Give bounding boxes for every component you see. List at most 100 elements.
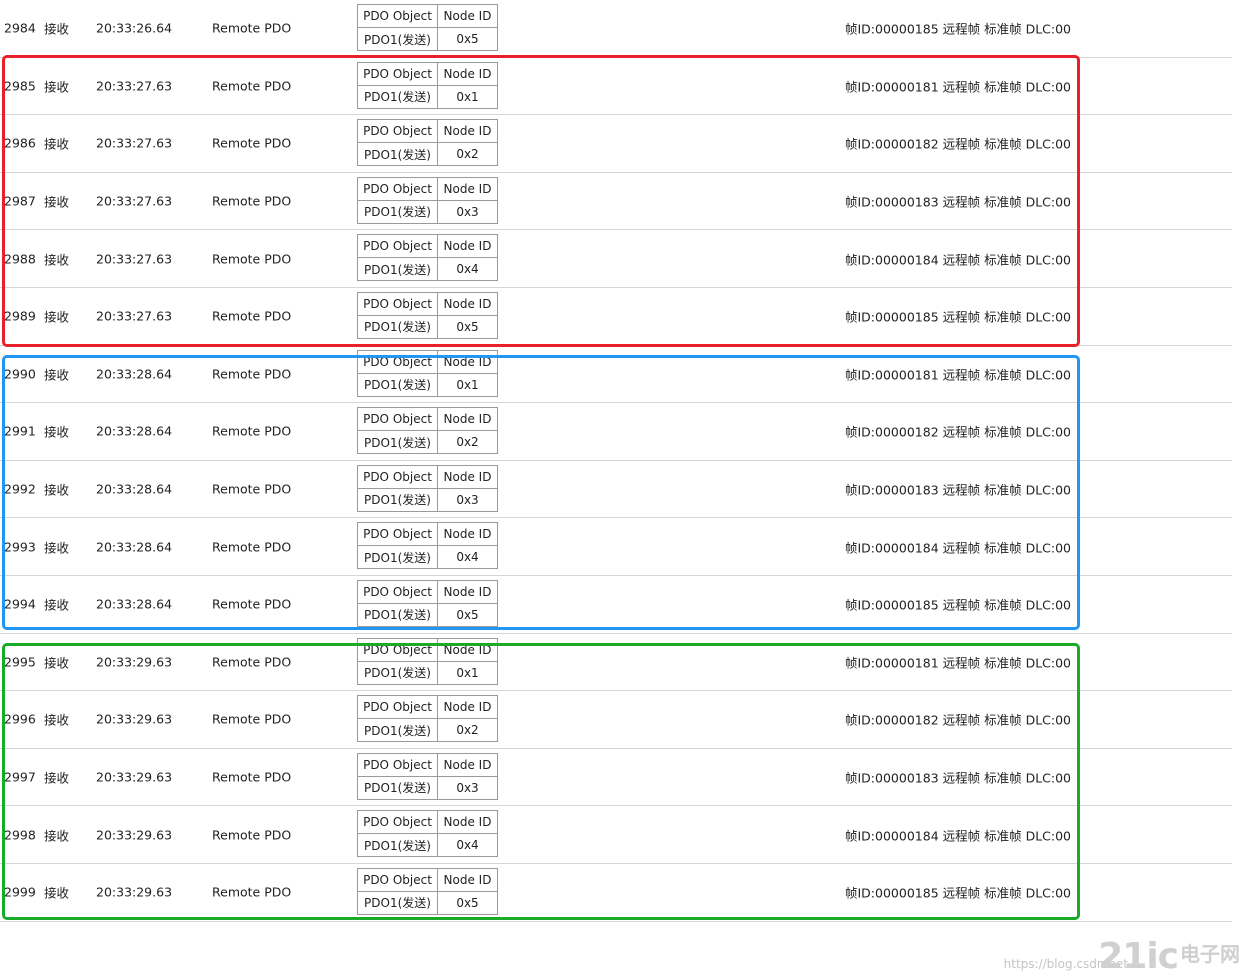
node-id-header: Node ID xyxy=(437,234,498,259)
pdo-object-value: PDO1(发送) xyxy=(357,257,438,282)
row-time: 20:33:28.64 xyxy=(96,481,173,497)
row-time: 20:33:29.63 xyxy=(96,654,173,670)
log-row[interactable]: 2986 接收 20:33:27.63 Remote PDO PDO Object Nod… xyxy=(0,115,1232,173)
row-time: 20:33:27.63 xyxy=(96,78,173,94)
log-row[interactable]: 2997 接收 20:33:29.63 Remote PDO PDO Object Nod… xyxy=(0,749,1232,807)
row-index: 2987 xyxy=(4,193,36,209)
row-frame-info: 帧ID:00000182 远程帧 标准帧 DLC:00 xyxy=(845,136,1072,152)
log-row[interactable]: 2988 接收 20:33:27.63 Remote PDO PDO Object Nod… xyxy=(0,230,1232,288)
row-direction: 接收 xyxy=(44,194,70,210)
row-time: 20:33:27.63 xyxy=(96,135,173,151)
log-row[interactable]: 2993 接收 20:33:28.64 Remote PDO PDO Object Nod… xyxy=(0,518,1232,576)
node-id-value: 0x3 xyxy=(437,487,498,512)
row-index: 2994 xyxy=(4,596,36,612)
pdo-object-value: PDO1(发送) xyxy=(357,718,438,743)
pdo-object-header: PDO Object xyxy=(357,810,438,835)
row-time: 20:33:28.64 xyxy=(96,539,173,555)
row-type: Remote PDO xyxy=(212,596,292,612)
log-row[interactable]: 2984 接收 20:33:26.64 Remote PDO PDO Object Nod… xyxy=(0,0,1232,58)
pdo-object-value: PDO1(发送) xyxy=(357,142,438,167)
pdo-object-value: PDO1(发送) xyxy=(357,890,438,915)
row-frame-info: 帧ID:00000184 远程帧 标准帧 DLC:00 xyxy=(845,828,1072,844)
row-type: Remote PDO xyxy=(212,711,292,727)
log-row[interactable]: 2991 接收 20:33:28.64 Remote PDO PDO Object Nod… xyxy=(0,403,1232,461)
node-id-value: 0x1 xyxy=(437,84,498,109)
node-id-header: Node ID xyxy=(437,752,498,777)
row-type: Remote PDO xyxy=(212,827,292,843)
node-id-header: Node ID xyxy=(437,810,498,835)
row-direction: 接收 xyxy=(44,252,70,268)
node-id-header: Node ID xyxy=(437,522,498,547)
node-id-value: 0x2 xyxy=(437,142,498,167)
log-row[interactable]: 2995 接收 20:33:29.63 Remote PDO PDO Object Nod… xyxy=(0,634,1232,692)
node-id-header: Node ID xyxy=(437,637,498,662)
row-direction: 接收 xyxy=(44,424,70,440)
log-row[interactable]: 2996 接收 20:33:29.63 Remote PDO PDO Object Nod… xyxy=(0,691,1232,749)
row-index: 2997 xyxy=(4,769,36,785)
row-index: 2993 xyxy=(4,539,36,555)
log-row[interactable]: 2994 接收 20:33:28.64 Remote PDO PDO Object Nod… xyxy=(0,576,1232,634)
pdo-subtable: PDO Object Node ID PDO1(发送) 0x1 xyxy=(357,61,498,109)
row-type: Remote PDO xyxy=(212,135,292,151)
row-frame-info: 帧ID:00000182 远程帧 标准帧 DLC:00 xyxy=(845,424,1072,440)
node-id-value: 0x2 xyxy=(437,430,498,455)
pdo-object-value: PDO1(发送) xyxy=(357,27,438,51)
row-index: 2996 xyxy=(4,711,36,727)
row-direction: 接收 xyxy=(44,828,70,844)
pdo-object-header: PDO Object xyxy=(357,867,438,892)
node-id-header: Node ID xyxy=(437,867,498,892)
row-frame-info: 帧ID:00000182 远程帧 标准帧 DLC:00 xyxy=(845,712,1072,728)
row-index: 2998 xyxy=(4,827,36,843)
log-row[interactable]: 2987 接收 20:33:27.63 Remote PDO PDO Object Nod… xyxy=(0,173,1232,231)
row-direction: 接收 xyxy=(44,21,70,37)
row-time: 20:33:28.64 xyxy=(96,596,173,612)
pdo-subtable: PDO Object Node ID PDO1(发送) 0x5 xyxy=(357,291,498,339)
row-index: 2985 xyxy=(4,78,36,94)
log-row[interactable]: 2998 接收 20:33:29.63 Remote PDO PDO Object Nod… xyxy=(0,806,1232,864)
pdo-object-header: PDO Object xyxy=(357,407,438,432)
pdo-object-header: PDO Object xyxy=(357,176,438,201)
row-direction: 接收 xyxy=(44,309,70,325)
node-id-header: Node ID xyxy=(437,176,498,201)
node-id-header: Node ID xyxy=(437,407,498,432)
node-id-value: 0x2 xyxy=(437,718,498,743)
node-id-value: 0x1 xyxy=(437,372,498,397)
log-row[interactable]: 2990 接收 20:33:28.64 Remote PDO PDO Object Nod… xyxy=(0,346,1232,404)
row-direction: 接收 xyxy=(44,482,70,498)
row-frame-info: 帧ID:00000183 远程帧 标准帧 DLC:00 xyxy=(845,482,1072,498)
watermark-logo: 21ic xyxy=(1098,936,1179,977)
log-row[interactable]: 2985 接收 20:33:27.63 Remote PDO PDO Object Nod… xyxy=(0,58,1232,116)
row-time: 20:33:27.63 xyxy=(96,193,173,209)
pdo-subtable: PDO Object Node ID PDO1(发送) 0x2 xyxy=(357,695,498,743)
log-row[interactable]: 2989 接收 20:33:27.63 Remote PDO PDO Object Nod… xyxy=(0,288,1232,346)
row-frame-info: 帧ID:00000184 远程帧 标准帧 DLC:00 xyxy=(845,540,1072,556)
pdo-subtable: PDO Object Node ID PDO1(发送) 0x1 xyxy=(357,637,498,685)
row-index: 2986 xyxy=(4,135,36,151)
row-frame-info: 帧ID:00000183 远程帧 标准帧 DLC:00 xyxy=(845,194,1072,210)
row-direction: 接收 xyxy=(44,770,70,786)
node-id-value: 0x3 xyxy=(437,775,498,800)
row-time: 20:33:29.63 xyxy=(96,769,173,785)
node-id-header: Node ID xyxy=(437,4,498,28)
row-direction: 接收 xyxy=(44,712,70,728)
row-type: Remote PDO xyxy=(212,769,292,785)
pdo-object-header: PDO Object xyxy=(357,234,438,259)
pdo-object-value: PDO1(发送) xyxy=(357,430,438,455)
node-id-value: 0x1 xyxy=(437,660,498,685)
row-type: Remote PDO xyxy=(212,654,292,670)
pdo-object-value: PDO1(发送) xyxy=(357,545,438,570)
pdo-object-value: PDO1(发送) xyxy=(357,314,438,339)
pdo-subtable: PDO Object Node ID PDO1(发送) 0x5 xyxy=(357,579,498,627)
pdo-object-header: PDO Object xyxy=(357,119,438,144)
log-row[interactable]: 2992 接收 20:33:28.64 Remote PDO PDO Object Nod… xyxy=(0,461,1232,519)
log-row[interactable]: 2999 接收 20:33:29.63 Remote PDO PDO Object Nod… xyxy=(0,864,1232,922)
pdo-subtable: PDO Object Node ID PDO1(发送) 0x3 xyxy=(357,752,498,800)
row-time: 20:33:28.64 xyxy=(96,423,173,439)
node-id-header: Node ID xyxy=(437,349,498,374)
pdo-object-header: PDO Object xyxy=(357,752,438,777)
row-index: 2984 xyxy=(4,20,36,36)
row-index: 2990 xyxy=(4,366,36,382)
row-frame-info: 帧ID:00000185 远程帧 标准帧 DLC:00 xyxy=(845,309,1072,325)
row-frame-info: 帧ID:00000181 远程帧 标准帧 DLC:00 xyxy=(845,367,1072,383)
pdo-object-header: PDO Object xyxy=(357,349,438,374)
